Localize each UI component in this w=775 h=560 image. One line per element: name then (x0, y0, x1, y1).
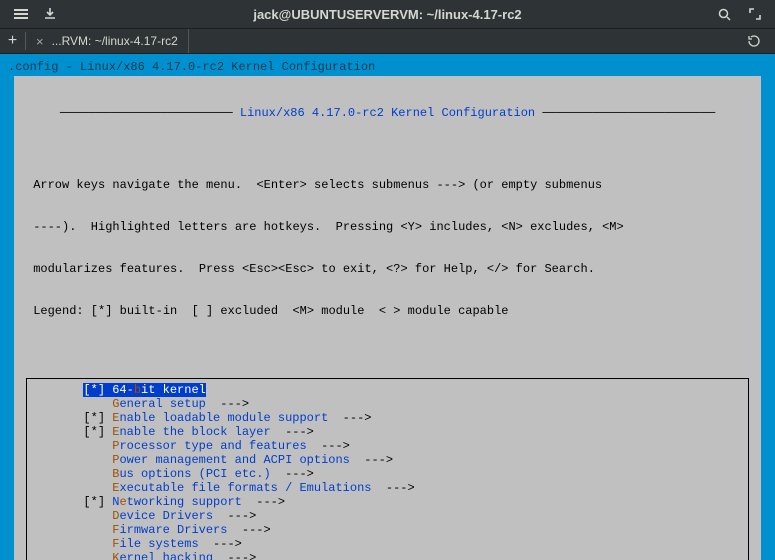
tab-terminal[interactable]: × ...RVM: ~/linux-4.17-rc2 (26, 29, 189, 53)
tab-label: ...RVM: ~/linux-4.17-rc2 (52, 34, 178, 48)
help-line: Legend: [*] built-in [ ] excluded <M> mo… (26, 304, 749, 318)
dialog-title: Linux/x86 4.17.0-rc2 Kernel Configuratio… (233, 106, 543, 120)
menu-item[interactable]: [*] 64-bit kernel (33, 383, 742, 397)
menu-item[interactable]: Firmware Drivers ---> (33, 523, 742, 537)
dialog-rule-right: ──────────────────────── (542, 106, 715, 120)
window-titlebar: jack@UBUNTUSERVERVM: ~/linux-4.17-rc2 (0, 0, 775, 28)
menu-item[interactable]: Processor type and features ---> (33, 439, 742, 453)
download-icon[interactable] (44, 8, 56, 20)
menu-item[interactable]: Bus options (PCI etc.) ---> (33, 467, 742, 481)
menu-item[interactable]: File systems ---> (33, 537, 742, 551)
menu-item[interactable]: Kernel hacking ---> (33, 551, 742, 560)
close-tab-icon[interactable]: × (36, 34, 44, 49)
menu-item[interactable]: [*] Enable the block layer ---> (33, 425, 742, 439)
menu-item[interactable]: General setup ---> (33, 397, 742, 411)
menu-item[interactable]: Executable file formats / Emulations ---… (33, 481, 742, 495)
menu-list[interactable]: [*] 64-bit kernel General setup ---> [*]… (26, 378, 749, 560)
help-line: ----). Highlighted letters are hotkeys. … (26, 220, 749, 234)
history-icon[interactable] (747, 34, 761, 48)
tab-bar: + × ...RVM: ~/linux-4.17-rc2 (0, 28, 775, 54)
menu-item[interactable]: [*] Networking support ---> (33, 495, 742, 509)
menu-item[interactable]: Device Drivers ---> (33, 509, 742, 523)
menu-item[interactable]: Power management and ACPI options ---> (33, 453, 742, 467)
config-path: .config - Linux/x86 4.17.0-rc2 Kernel Co… (8, 60, 767, 74)
help-line: Arrow keys navigate the menu. <Enter> se… (26, 178, 749, 192)
dialog-help: Arrow keys navigate the menu. <Enter> se… (26, 150, 749, 346)
dialog-rule-left: ──────────────────────── (60, 106, 233, 120)
terminal[interactable]: .config - Linux/x86 4.17.0-rc2 Kernel Co… (0, 54, 775, 560)
menu-item[interactable]: [*] Enable loadable module support ---> (33, 411, 742, 425)
app-menu-icon[interactable] (14, 7, 28, 21)
new-tab-button[interactable]: + (0, 32, 26, 50)
search-icon[interactable] (718, 8, 731, 21)
window-title: jack@UBUNTUSERVERVM: ~/linux-4.17-rc2 (0, 7, 775, 22)
menuconfig-dialog: ──────────────────────── Linux/x86 4.17.… (14, 76, 761, 560)
help-line: modularizes features. Press <Esc><Esc> t… (26, 262, 749, 276)
maximize-icon[interactable] (749, 8, 761, 20)
